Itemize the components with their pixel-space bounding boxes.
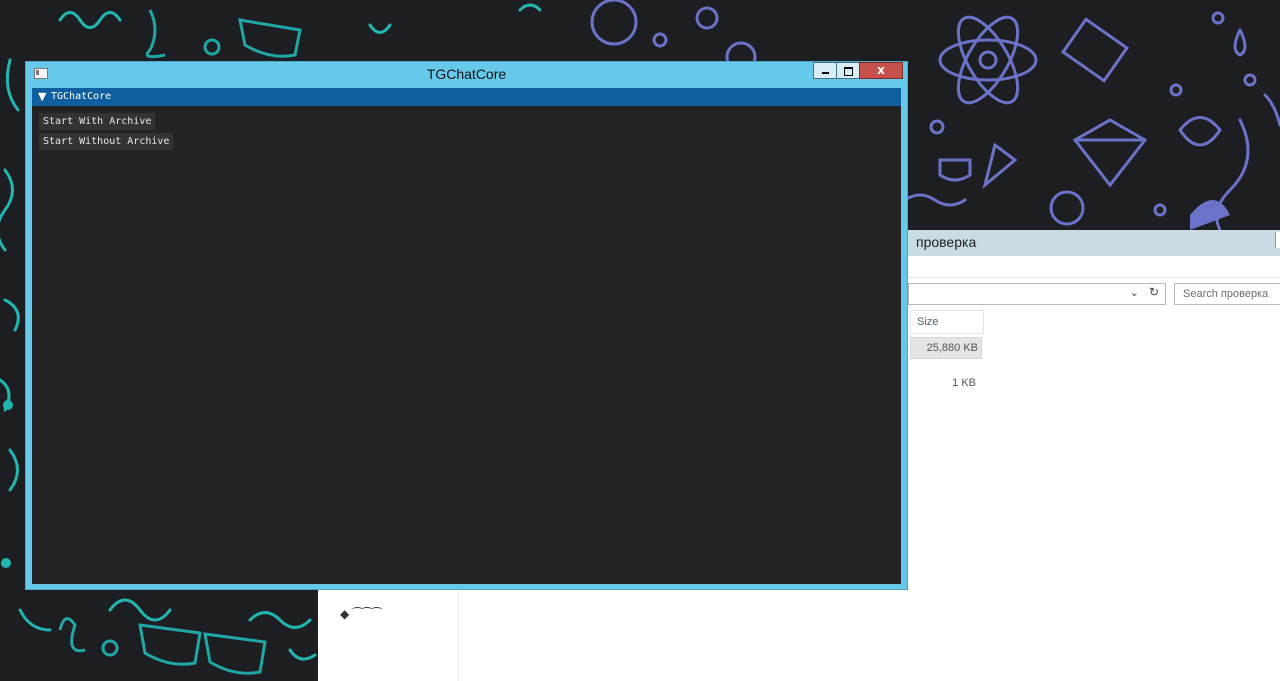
file-row-selected[interactable]: 25,880 KB <box>910 337 982 359</box>
explorer-title: проверка <box>916 234 977 250</box>
collapsing-header[interactable]: ▼ TGChatCore <box>32 88 901 106</box>
chevron-down-icon[interactable]: ⌄ <box>1130 286 1139 299</box>
column-header-size[interactable]: Size <box>910 310 984 334</box>
window-title: TGChatCore <box>426 66 507 82</box>
start-without-archive-button[interactable]: Start Without Archive <box>39 133 174 150</box>
collapse-arrow-icon[interactable]: ▼ <box>38 89 46 105</box>
start-with-archive-button[interactable]: Start With Archive <box>39 113 156 130</box>
collapsing-header-label: TGChatCore <box>51 91 112 102</box>
tgchatcore-window: TGChatCore x ▼ TGChatCore Start With Arc… <box>25 61 908 590</box>
app-client-area: ▼ TGChatCore Start With Archive Start Wi… <box>32 88 901 584</box>
window-controls: x <box>813 62 903 81</box>
search-input[interactable]: Search проверка <box>1174 283 1280 305</box>
file-row[interactable]: 1 KB <box>910 377 976 389</box>
close-icon: x <box>877 63 885 77</box>
window-title-bar[interactable]: TGChatCore x <box>26 62 907 88</box>
close-button[interactable]: x <box>859 62 903 79</box>
refresh-icon[interactable]: ↻ <box>1149 285 1159 299</box>
network-nav-item-fragment[interactable]: ◆ ⁀⁀⁀ <box>340 607 382 621</box>
address-bar[interactable]: ⌄ ↻ <box>908 283 1166 305</box>
minimize-icon <box>822 72 829 74</box>
column-header-size-label: Size <box>917 316 939 328</box>
file-size-cell: 1 KB <box>952 377 976 389</box>
explorer-window-edge <box>1275 232 1280 248</box>
search-placeholder: Search проверка <box>1183 288 1269 300</box>
file-size-cell: 25,880 KB <box>926 342 978 354</box>
maximize-icon <box>844 67 853 76</box>
maximize-button[interactable] <box>836 62 860 79</box>
minimize-button[interactable] <box>813 62 837 79</box>
